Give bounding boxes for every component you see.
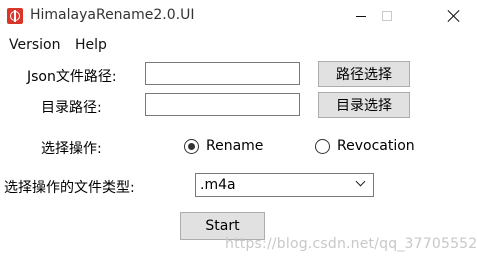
dir-browse-button[interactable]: 目录选择 bbox=[318, 92, 410, 118]
json-path-label: Json文件路径: bbox=[27, 69, 117, 85]
rename-radio-label[interactable]: Rename bbox=[206, 138, 263, 154]
watermark-text: https://blog.csdn.net/qq_37705552 bbox=[225, 236, 477, 252]
app-icon bbox=[7, 8, 23, 24]
dir-path-input[interactable] bbox=[145, 93, 300, 116]
json-path-input[interactable] bbox=[145, 62, 300, 85]
menu-version[interactable]: Version bbox=[9, 37, 60, 53]
menu-bar: Version Help bbox=[0, 35, 477, 56]
window-title: HimalayaRename2.0.UI bbox=[30, 7, 195, 23]
json-browse-button[interactable]: 路径选择 bbox=[318, 61, 410, 87]
close-icon bbox=[447, 9, 461, 23]
radio-selected-dot bbox=[188, 143, 195, 150]
dir-path-label: 目录路径: bbox=[41, 100, 102, 116]
operation-label: 选择操作: bbox=[41, 141, 102, 157]
rename-radio[interactable] bbox=[184, 139, 199, 154]
revocation-radio-label[interactable]: Revocation bbox=[337, 138, 415, 154]
close-button[interactable] bbox=[431, 0, 477, 33]
maximize-button[interactable] bbox=[365, 0, 411, 33]
title-bar: HimalayaRename2.0.UI bbox=[0, 0, 477, 33]
file-type-select[interactable]: .m4a bbox=[195, 173, 374, 197]
file-type-value: .m4a bbox=[200, 177, 236, 193]
file-type-label: 选择操作的文件类型: bbox=[4, 180, 135, 196]
maximize-icon bbox=[382, 11, 392, 21]
menu-help[interactable]: Help bbox=[75, 37, 107, 53]
revocation-radio[interactable] bbox=[315, 139, 330, 154]
chevron-down-icon bbox=[356, 178, 365, 187]
